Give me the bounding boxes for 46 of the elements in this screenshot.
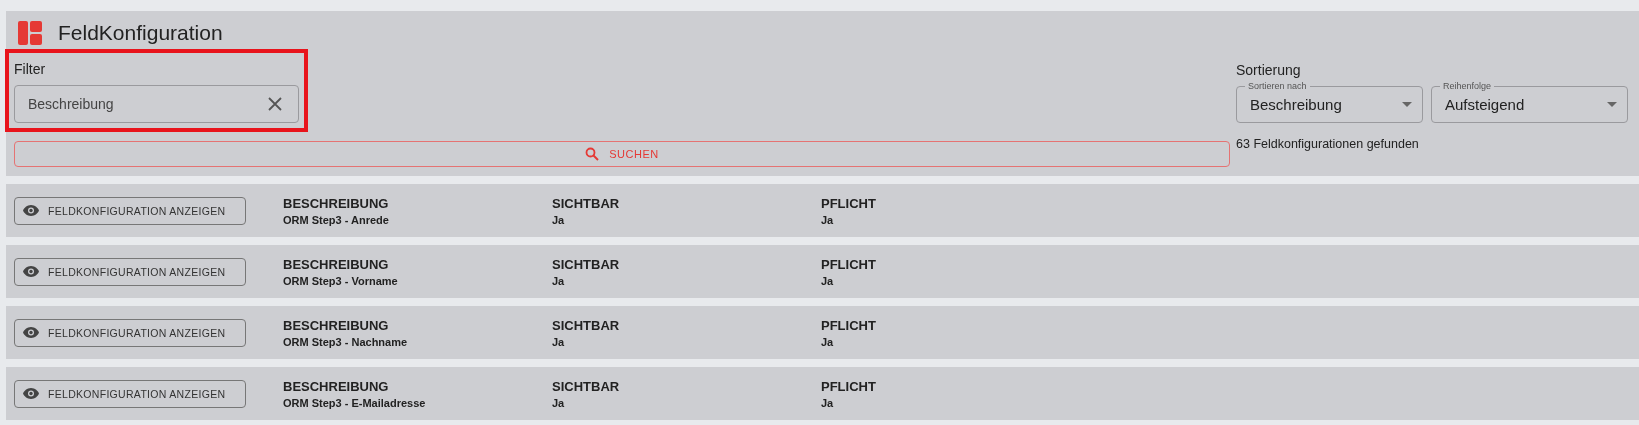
column-label: BESCHREIBUNG <box>283 256 390 272</box>
column-label: SICHTBAR <box>552 317 621 333</box>
dropdown-caret-icon[interactable] <box>1402 102 1412 107</box>
sort-by-select[interactable]: Sortieren nach Beschreibung <box>1236 81 1423 123</box>
column-value: Ja <box>821 396 835 409</box>
column-value: ORM Step3 - E-Mailadresse <box>283 396 427 409</box>
filter-field[interactable]: Beschreibung <box>14 85 299 123</box>
column-label: PFLICHT <box>821 256 877 272</box>
view-button[interactable]: FELDKONFIGURATION ANZEIGEN <box>14 379 246 408</box>
column-label: PFLICHT <box>821 317 877 333</box>
column-value: Ja <box>552 335 566 348</box>
column-value: Ja <box>821 274 835 287</box>
select-floating-label: Sortieren nach <box>1247 81 1308 91</box>
column-label: BESCHREIBUNG <box>283 317 390 333</box>
eye-icon <box>23 388 39 399</box>
column-label: SICHTBAR <box>552 195 621 211</box>
view-button[interactable]: FELDKONFIGURATION ANZEIGEN <box>14 196 246 225</box>
column-value: Ja <box>552 213 566 226</box>
column-value: Ja <box>552 396 566 409</box>
column-value: ORM Step3 - Vorname <box>283 274 399 287</box>
column-value: Ja <box>821 335 835 348</box>
select-floating-label: Reihenfolge <box>1442 81 1493 91</box>
logo-icon <box>18 21 42 45</box>
column-label: SICHTBAR <box>552 256 621 272</box>
column-label: BESCHREIBUNG <box>283 378 390 394</box>
column-value: Ja <box>821 213 835 226</box>
column-value: Ja <box>552 274 566 287</box>
filter-label: Filter <box>14 61 47 77</box>
dropdown-caret-icon[interactable] <box>1607 102 1617 107</box>
sorting-label: Sortierung <box>1236 62 1302 78</box>
column-label: BESCHREIBUNG <box>283 195 390 211</box>
result-count: 63 Feldkonfigurationen gefunden <box>1236 137 1420 151</box>
clear-icon[interactable] <box>268 97 282 111</box>
view-button[interactable]: FELDKONFIGURATION ANZEIGEN <box>14 318 246 347</box>
eye-icon <box>23 205 39 216</box>
column-value: ORM Step3 - Anrede <box>283 213 390 226</box>
column-label: PFLICHT <box>821 195 877 211</box>
column-value: ORM Step3 - Nachname <box>283 335 409 348</box>
view-button[interactable]: FELDKONFIGURATION ANZEIGEN <box>14 257 246 286</box>
search-icon <box>585 147 600 161</box>
page-title: FeldKonfiguration <box>58 21 223 45</box>
column-label: SICHTBAR <box>552 378 621 394</box>
column-label: PFLICHT <box>821 378 877 394</box>
eye-icon <box>23 327 39 338</box>
eye-icon <box>23 266 39 277</box>
order-select[interactable]: Reihenfolge Aufsteigend <box>1431 81 1628 123</box>
